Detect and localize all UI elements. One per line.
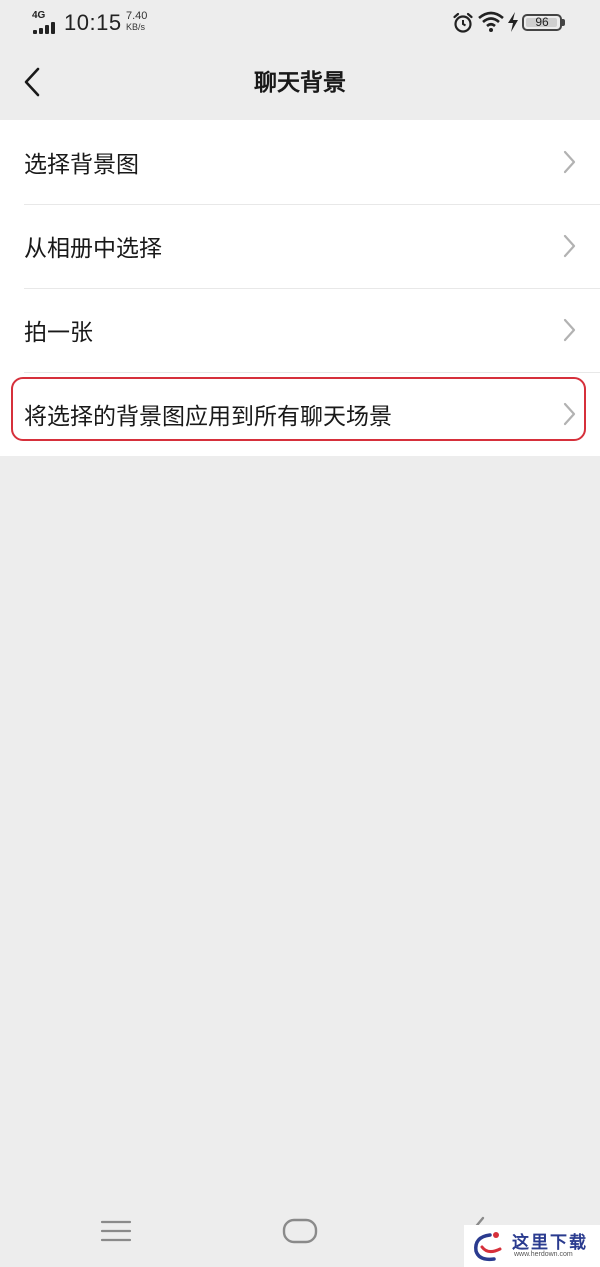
battery-icon: 96 <box>522 14 565 31</box>
menu-item-choose-from-album[interactable]: 从相册中选择 <box>0 204 600 288</box>
chevron-right-icon <box>563 318 576 342</box>
chevron-right-icon <box>563 234 576 258</box>
page-title: 聊天背景 <box>254 70 346 96</box>
net-speed-value: 7.40 <box>126 10 148 22</box>
net-speed-unit: KB/s <box>126 22 146 32</box>
menu-item-label: 选择背景图 <box>24 152 139 178</box>
status-bar: 4G 10:15 7.40 KB/s 96 <box>0 0 600 46</box>
menu-item-take-photo[interactable]: 拍一张 <box>0 288 600 372</box>
chevron-left-icon <box>24 67 40 97</box>
battery-percentage: 96 <box>535 15 549 29</box>
menu-list: 选择背景图 从相册中选择 拍一张 将选择的背景图应用到所有聊天场景 <box>0 120 600 456</box>
chevron-right-icon <box>563 150 576 174</box>
charge-icon <box>508 12 518 32</box>
network-type: 4G <box>32 10 46 21</box>
watermark: 这里下载 www.herdown.com <box>464 1225 600 1267</box>
signal-icon <box>33 22 57 34</box>
menu-item-label: 拍一张 <box>24 320 93 346</box>
wifi-icon <box>478 11 504 32</box>
menu-item-label: 将选择的背景图应用到所有聊天场景 <box>24 404 392 430</box>
nav-bar: 聊天背景 <box>0 46 600 120</box>
status-right: 96 <box>450 10 570 36</box>
watermark-text: 这里下载 <box>512 1233 588 1253</box>
menu-item-apply-to-all-chats[interactable]: 将选择的背景图应用到所有聊天场景 <box>0 372 600 456</box>
home-nav-icon[interactable] <box>282 1218 318 1244</box>
watermark-url: www.herdown.com <box>514 1251 573 1258</box>
menu-nav-icon[interactable] <box>100 1219 132 1243</box>
status-left: 4G 10:15 7.40 KB/s <box>32 8 172 38</box>
menu-item-label: 从相册中选择 <box>24 236 162 262</box>
menu-item-select-background[interactable]: 选择背景图 <box>0 120 600 204</box>
watermark-logo-icon <box>474 1232 502 1262</box>
back-button[interactable] <box>12 60 52 104</box>
status-time: 10:15 <box>64 10 122 35</box>
alarm-icon <box>453 12 473 33</box>
net-speed: 7.40 KB/s <box>126 11 147 33</box>
chevron-right-icon <box>563 402 576 426</box>
